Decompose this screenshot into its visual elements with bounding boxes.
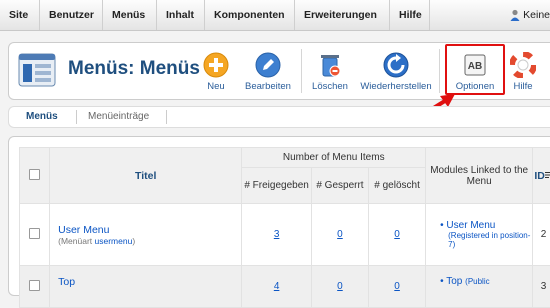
module-link[interactable]: • Top (Public: [440, 276, 531, 287]
edit-button[interactable]: Bearbeiten: [242, 47, 294, 93]
menu-benutzer[interactable]: Benutzer: [40, 0, 103, 30]
menu-site[interactable]: Site: [0, 0, 40, 30]
help-button-label: Hilfe: [508, 81, 538, 92]
number-group-header: Number of Menu Items: [242, 148, 426, 168]
page-title: Menüs: Menüs: [68, 58, 200, 80]
menu-type: (Menüart usermenu): [58, 236, 240, 246]
options-button[interactable]: AB Optionen: [450, 47, 500, 93]
tab-menueeintraege[interactable]: Menüeinträge: [88, 111, 149, 122]
pencil-icon: [255, 52, 281, 78]
menu-title-link[interactable]: User Menu: [58, 224, 240, 236]
unpublished-header: # Gesperrt: [311, 168, 368, 204]
title-header-label: Titel: [135, 170, 156, 182]
menu-title-link[interactable]: Top: [58, 276, 240, 288]
published-count-link[interactable]: 3: [274, 229, 280, 240]
help-button[interactable]: Hilfe: [508, 47, 538, 93]
id-header-label: ID: [534, 170, 545, 182]
published-cell: 3: [242, 204, 312, 266]
user-icon: [510, 9, 520, 21]
delete-button[interactable]: Löschen: [309, 47, 351, 93]
select-all-cell: [20, 148, 50, 204]
table-row: Top 4 0 0 • Top (Public 3: [20, 266, 550, 308]
select-all-checkbox[interactable]: [29, 169, 40, 180]
modules-cell: • User Menu (Registered in position-7): [426, 204, 533, 266]
title-cell: Top: [50, 266, 242, 308]
unpublished-cell: 0: [311, 204, 368, 266]
module-name: User Menu: [446, 220, 495, 231]
delete-button-label: Löschen: [309, 81, 351, 92]
options-icon-glyph: AB: [468, 61, 482, 72]
module-position: (Registered in position-7): [440, 231, 531, 249]
toolbar-divider: [439, 49, 440, 93]
id-cell: 2: [533, 204, 550, 266]
module-link[interactable]: • User Menu: [440, 220, 531, 231]
published-count-link[interactable]: 4: [274, 281, 280, 292]
user-label: Keine: [523, 9, 550, 21]
menu-hilfe[interactable]: Hilfe: [390, 0, 430, 30]
modules-cell: • Top (Public: [426, 266, 533, 308]
restore-button[interactable]: Wiederherstellen: [359, 47, 433, 93]
menu-komponenten[interactable]: Komponenten: [205, 0, 295, 30]
options-icon: AB: [462, 52, 488, 78]
menu-type-value: usermenu: [95, 236, 133, 246]
menu-type-suffix: ): [132, 236, 135, 246]
submenu-tabs: Menüs Menüeinträge: [8, 106, 550, 128]
unpublished-count-link[interactable]: 0: [337, 281, 343, 292]
menus-table: Titel Number of Menu Items Modules Linke…: [19, 147, 550, 308]
refresh-icon: [383, 52, 409, 78]
module-position: (Public: [465, 277, 489, 286]
trashed-count-link[interactable]: 0: [394, 281, 400, 292]
menu-type-prefix: (Menüart: [58, 236, 92, 246]
unpublished-cell: 0: [311, 266, 368, 308]
module-name: Top: [446, 276, 462, 287]
user-status[interactable]: Keine: [510, 0, 550, 30]
row-select-cell: [20, 266, 50, 308]
trashed-count-link[interactable]: 0: [394, 229, 400, 240]
options-button-label: Optionen: [450, 81, 500, 92]
id-cell: 3: [533, 266, 550, 308]
lifebuoy-icon: [510, 52, 536, 78]
title-cell: User Menu (Menüart usermenu): [50, 204, 242, 266]
unpublished-count-link[interactable]: 0: [337, 229, 343, 240]
new-button[interactable]: Neu: [201, 47, 231, 93]
toolbar: Menüs: Menüs Neu Bearbeiten Löschen Wi: [8, 42, 550, 100]
trashed-cell: 0: [369, 266, 426, 308]
content-panel: Titel Number of Menu Items Modules Linke…: [8, 136, 550, 296]
tab-menues[interactable]: Menüs: [26, 111, 58, 122]
tab-divider: [166, 110, 167, 124]
menu-erweiterungen[interactable]: Erweiterungen: [295, 0, 390, 30]
edit-button-label: Bearbeiten: [242, 81, 294, 92]
tab-divider: [76, 110, 77, 124]
title-header[interactable]: Titel: [50, 148, 242, 204]
top-menubar: Site Benutzer Menüs Inhalt Komponenten E…: [0, 0, 550, 31]
menu-menues[interactable]: Menüs: [103, 0, 157, 30]
published-cell: 4: [242, 266, 312, 308]
table-row: User Menu (Menüart usermenu) 3 0 0 • Use…: [20, 204, 550, 266]
modules-header: Modules Linked to the Menu: [426, 148, 533, 204]
plus-icon: [203, 52, 229, 78]
id-header[interactable]: ID: [533, 148, 550, 204]
sort-icon: [545, 171, 550, 179]
row-checkbox[interactable]: [29, 228, 40, 239]
menu-inhalt[interactable]: Inhalt: [157, 0, 205, 30]
menu-manager-icon: [18, 51, 56, 89]
row-select-cell: [20, 204, 50, 266]
trashed-header: # gelöscht: [369, 168, 426, 204]
published-header: # Freigegeben: [242, 168, 312, 204]
new-button-label: Neu: [201, 81, 231, 92]
toolbar-divider: [301, 49, 302, 93]
trashed-cell: 0: [369, 204, 426, 266]
trash-icon: [317, 52, 343, 78]
restore-button-label: Wiederherstellen: [359, 81, 433, 92]
